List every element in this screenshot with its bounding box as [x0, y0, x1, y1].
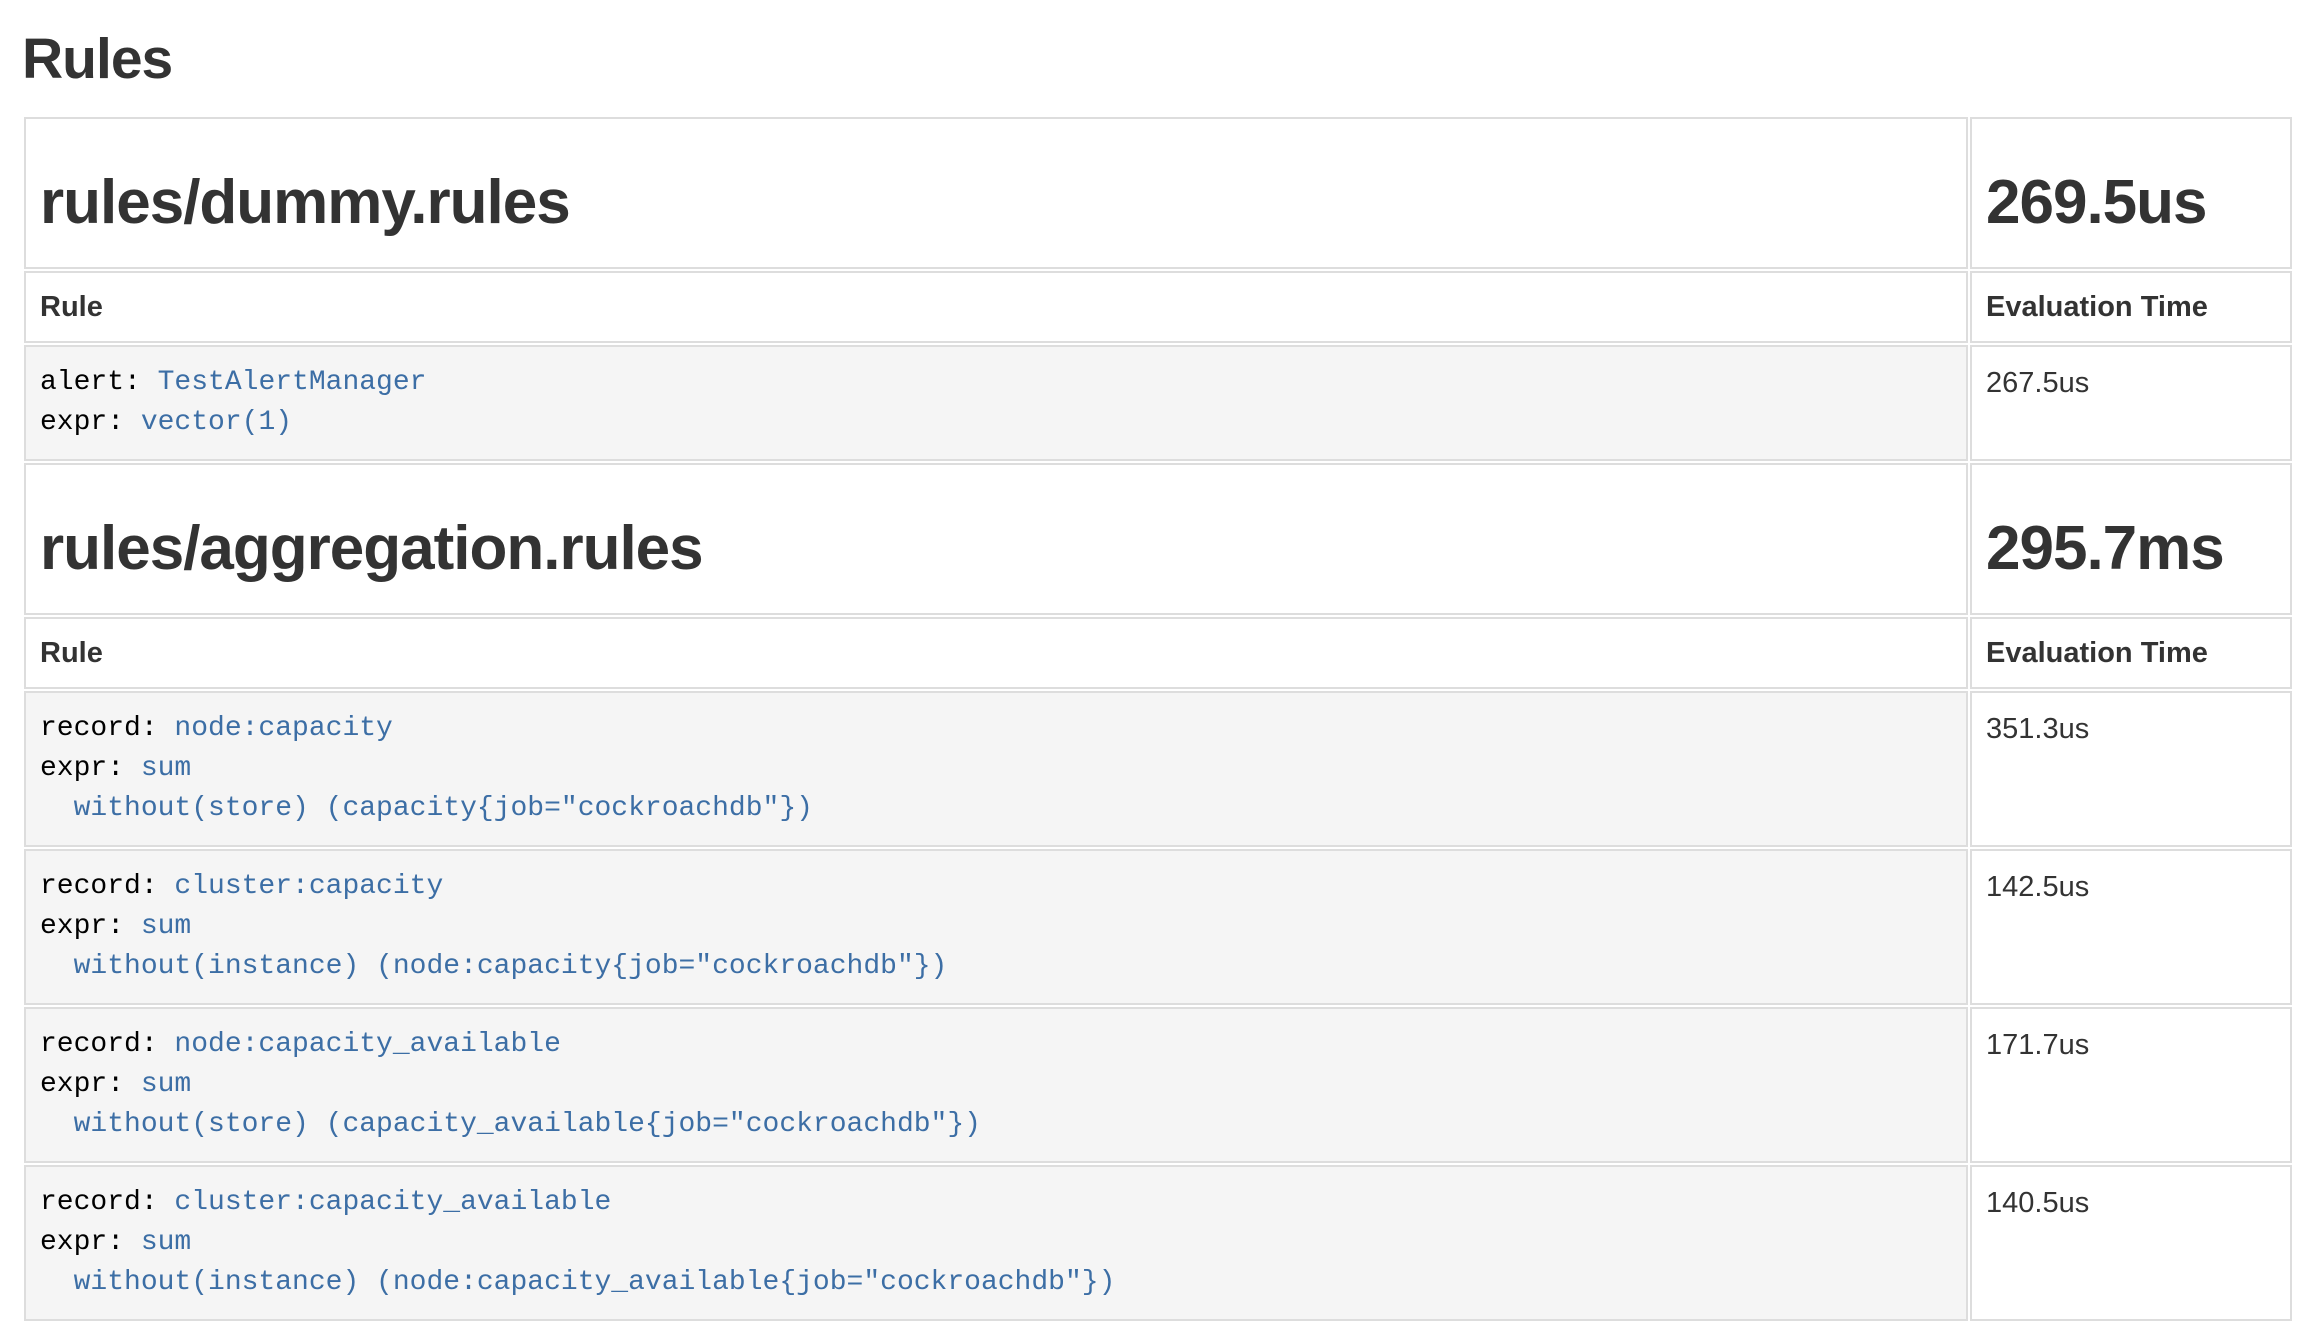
yaml-key: alert:: [40, 367, 158, 398]
yaml-key: record:: [40, 1029, 174, 1060]
rule-expression-link[interactable]: without(store) (capacity_available{job="…: [40, 1109, 981, 1140]
rule-group-file: rules/aggregation.rules: [40, 515, 1952, 583]
yaml-key: expr:: [40, 407, 141, 438]
yaml-key: record:: [40, 713, 174, 744]
rule-definition: record: node:capacity expr: sum without(…: [40, 709, 1952, 829]
alert-name-link[interactable]: TestAlertManager: [158, 367, 427, 398]
rule-expression-link[interactable]: sum: [141, 1069, 191, 1100]
rules-table-body: rules/dummy.rules 269.5us Rule Evaluatio…: [24, 117, 2292, 1321]
record-name-link[interactable]: cluster:capacity: [174, 871, 443, 902]
rule-row: alert: TestAlertManager expr: vector(1) …: [24, 345, 2292, 461]
rule-group-evaluation-time: 269.5us: [1986, 169, 2276, 237]
yaml-key: record:: [40, 1187, 174, 1218]
rule-expression-link[interactable]: sum: [141, 1227, 191, 1258]
rule-row: record: node:capacity expr: sum without(…: [24, 691, 2292, 847]
rule-evaluation-time: 351.3us: [1986, 713, 2089, 745]
rule-group-evaluation-time: 295.7ms: [1986, 515, 2276, 583]
rule-column-header: Rule: [40, 637, 103, 669]
rule-expression-link[interactable]: without(instance) (node:capacity{job="co…: [40, 951, 947, 982]
column-header-row: Rule Evaluation Time: [24, 271, 2292, 343]
record-name-link[interactable]: node:capacity: [174, 713, 392, 744]
rule-row: record: cluster:capacity expr: sum witho…: [24, 849, 2292, 1005]
column-header-row: Rule Evaluation Time: [24, 617, 2292, 689]
rule-expression-link[interactable]: without(instance) (node:capacity_availab…: [40, 1267, 1115, 1298]
evaluation-time-column-header: Evaluation Time: [1986, 291, 2208, 323]
rule-definition: record: cluster:capacity expr: sum witho…: [40, 867, 1952, 987]
rule-definition: record: node:capacity_available expr: su…: [40, 1025, 1952, 1145]
record-name-link[interactable]: cluster:capacity_available: [174, 1187, 611, 1218]
rules-table: rules/dummy.rules 269.5us Rule Evaluatio…: [22, 115, 2294, 1323]
evaluation-time-column-header: Evaluation Time: [1986, 637, 2208, 669]
rule-evaluation-time: 142.5us: [1986, 871, 2089, 903]
rule-column-header: Rule: [40, 291, 103, 323]
rule-expression-link[interactable]: sum: [141, 911, 191, 942]
rule-row: record: node:capacity_available expr: su…: [24, 1007, 2292, 1163]
rule-expression-link[interactable]: without(store) (capacity{job="cockroachd…: [40, 793, 813, 824]
record-name-link[interactable]: node:capacity_available: [174, 1029, 560, 1060]
rule-group-file: rules/dummy.rules: [40, 169, 1952, 237]
rule-evaluation-time: 140.5us: [1986, 1187, 2089, 1219]
rule-evaluation-time: 171.7us: [1986, 1029, 2089, 1061]
yaml-key: expr:: [40, 1227, 141, 1258]
page-title: Rules: [22, 28, 2294, 91]
yaml-key: record:: [40, 871, 174, 902]
rule-definition: alert: TestAlertManager expr: vector(1): [40, 363, 1952, 443]
rule-expression-link[interactable]: sum: [141, 753, 191, 784]
yaml-key: expr:: [40, 1069, 141, 1100]
yaml-key: expr:: [40, 911, 141, 942]
rule-row: record: cluster:capacity_available expr:…: [24, 1165, 2292, 1321]
rules-page: Rules rules/dummy.rules 269.5us Rule Eva…: [22, 28, 2294, 1323]
yaml-key: expr:: [40, 753, 141, 784]
rule-expression-link[interactable]: vector(1): [141, 407, 292, 438]
rule-evaluation-time: 267.5us: [1986, 367, 2089, 399]
rule-definition: record: cluster:capacity_available expr:…: [40, 1183, 1952, 1303]
rule-group-header-row: rules/dummy.rules 269.5us: [24, 117, 2292, 269]
rule-group-header-row: rules/aggregation.rules 295.7ms: [24, 463, 2292, 615]
